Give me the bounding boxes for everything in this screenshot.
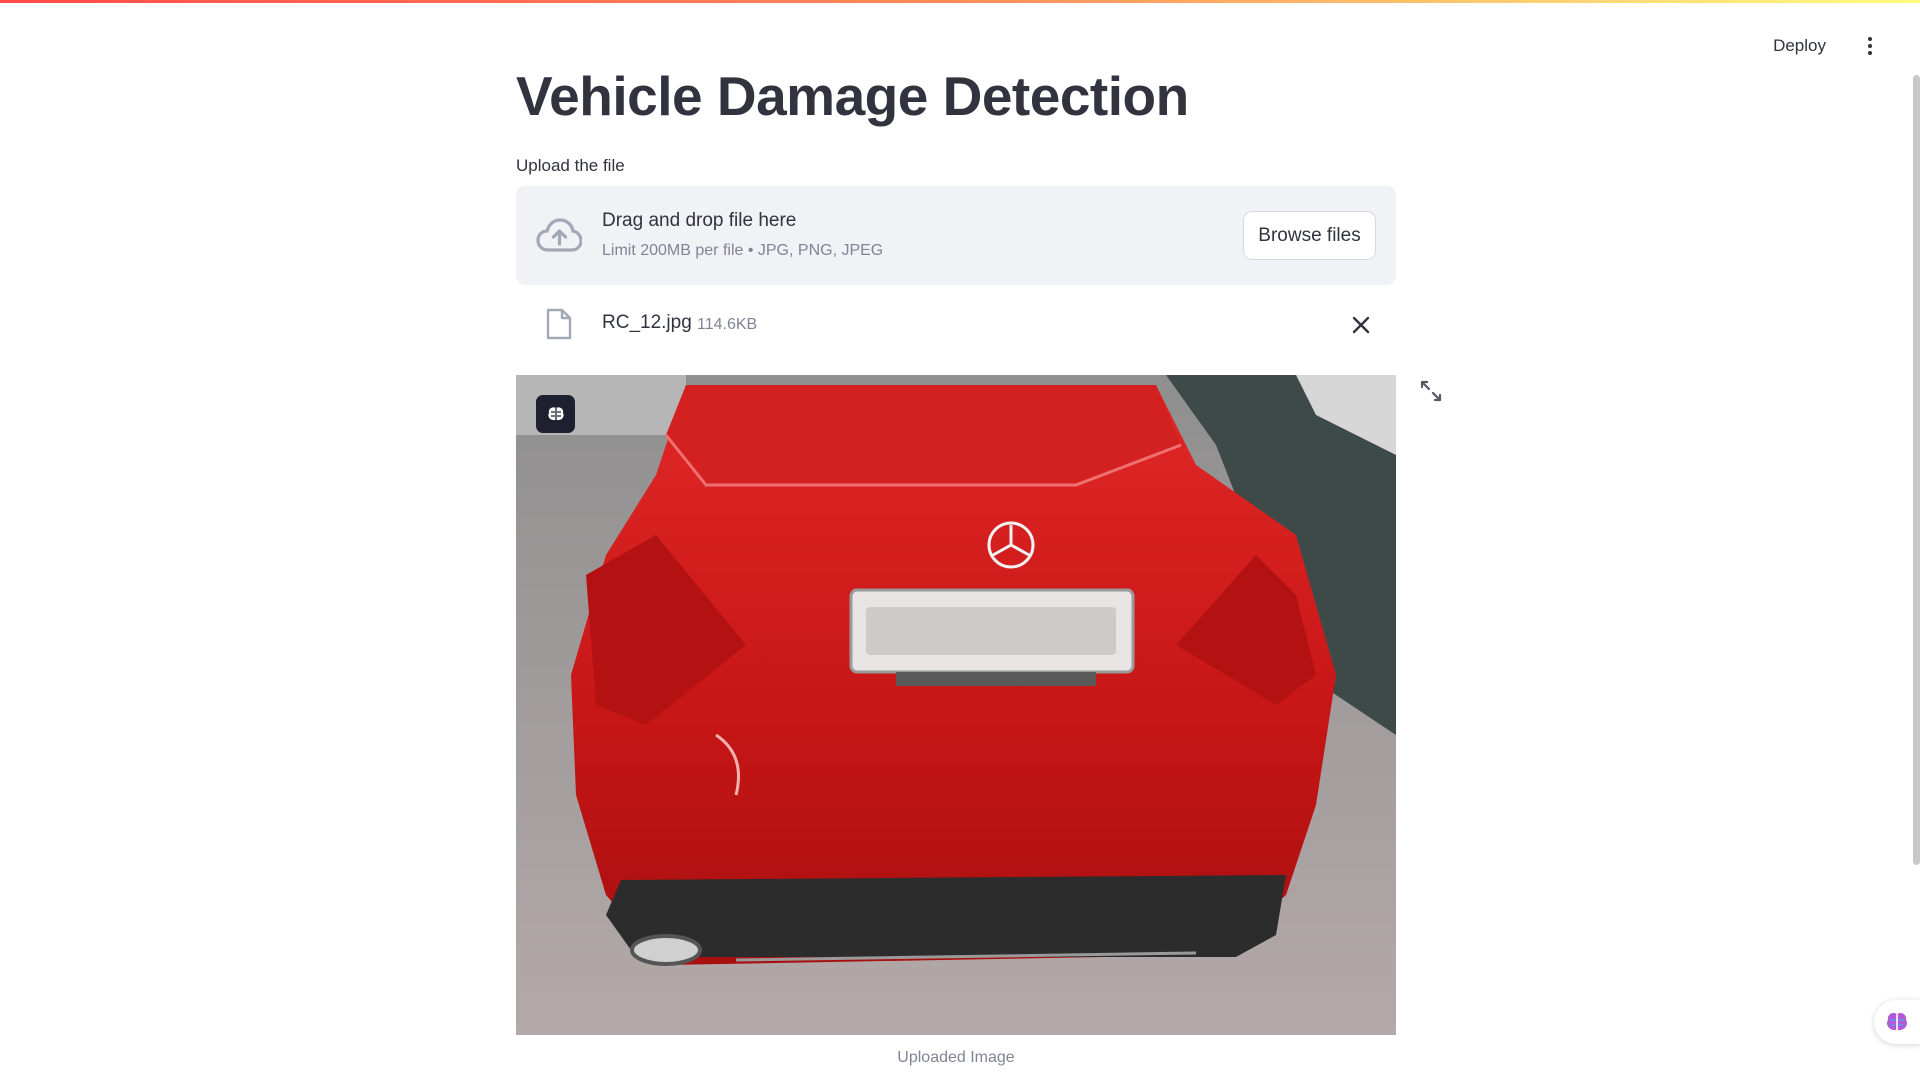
dropzone-title: Drag and drop file here [602,210,797,231]
deploy-button[interactable]: Deploy [1763,32,1836,60]
browse-files-button[interactable]: Browse files [1243,211,1376,260]
dropzone-limit-text: Limit 200MB per file • JPG, PNG, JPEG [602,242,884,259]
scrollbar[interactable] [1913,75,1920,865]
uploaded-file-row: RC_12.jpg 114.6KB [516,302,1396,346]
top-decoration-bar [0,0,1920,3]
brain-icon[interactable] [536,395,575,433]
file-dropzone[interactable]: Drag and drop file here Limit 200MB per … [516,186,1396,285]
cloud-upload-icon [536,218,582,252]
fullscreen-icon[interactable] [1420,380,1442,402]
assistant-button[interactable] [1874,1000,1920,1044]
page-title: Vehicle Damage Detection [516,65,1189,127]
app-toolbar: Deploy [1763,30,1882,62]
kebab-menu-icon[interactable] [1858,31,1882,61]
car-photo [516,375,1396,1035]
image-caption: Uploaded Image [897,1049,1015,1066]
uploaded-image [516,375,1396,1035]
upload-label: Upload the file [516,156,625,175]
close-icon[interactable] [1350,314,1372,336]
file-icon [546,308,572,340]
file-name: RC_12.jpg [602,312,692,333]
brain-icon [1886,1012,1908,1031]
file-size: 114.6KB [697,316,758,333]
